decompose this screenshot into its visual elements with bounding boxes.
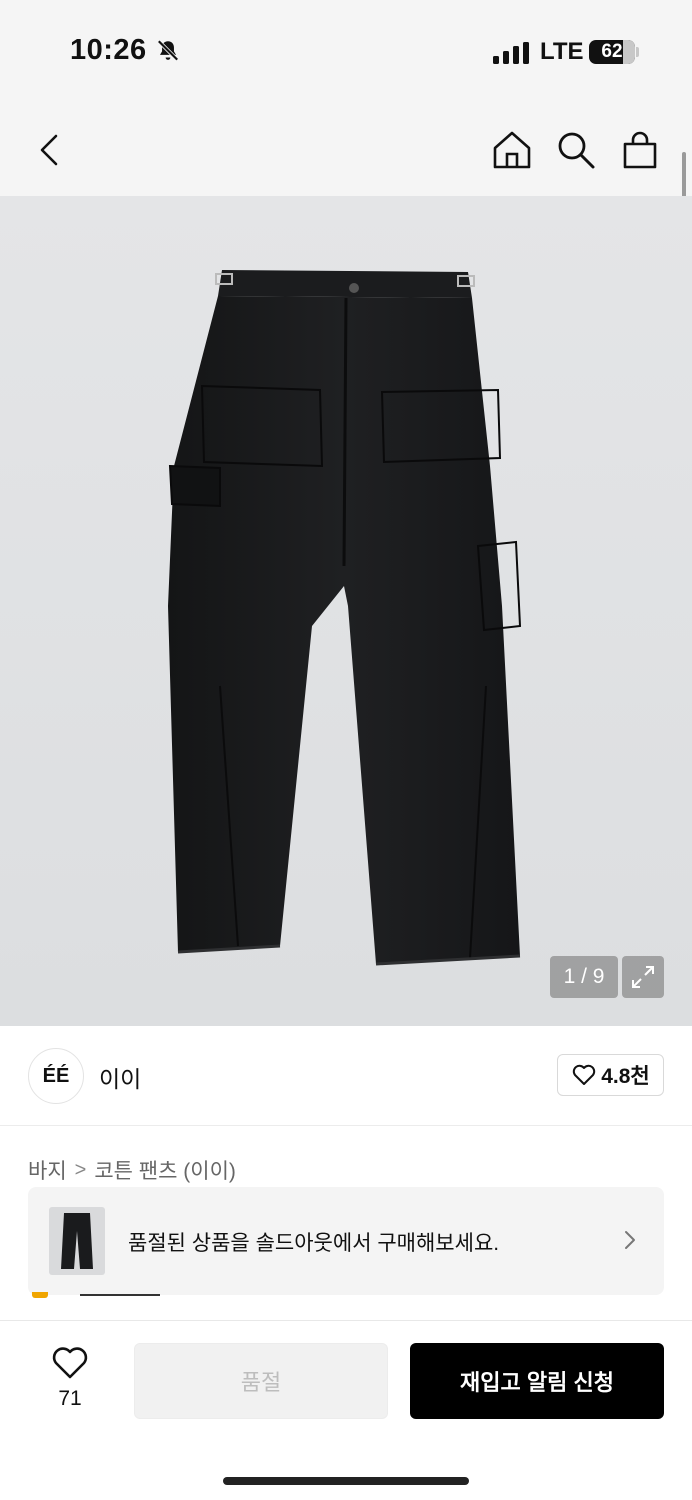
heart-icon bbox=[52, 1347, 88, 1379]
home-icon[interactable] bbox=[492, 130, 532, 170]
banner-text: 품절된 상품을 솔드아웃에서 구매해보세요. bbox=[128, 1232, 500, 1255]
home-indicator[interactable] bbox=[223, 1477, 469, 1485]
battery-tip bbox=[636, 47, 639, 57]
shopping-bag-icon[interactable] bbox=[620, 130, 660, 170]
expand-image-button[interactable] bbox=[622, 956, 664, 998]
soldout-button: 품절 bbox=[134, 1343, 388, 1419]
wishlist-button[interactable]: 71 bbox=[40, 1345, 100, 1415]
soldout-banner[interactable]: 품절된 상품을 솔드아웃에서 구매해보세요. bbox=[28, 1187, 664, 1295]
network-type: LTE bbox=[540, 38, 584, 65]
battery-icon: 62 bbox=[589, 40, 635, 64]
breadcrumb-product[interactable]: 코튼 팬츠 (이이) bbox=[94, 1155, 236, 1185]
search-icon[interactable] bbox=[556, 130, 596, 170]
status-bar: 10:26 LTE 62 bbox=[0, 0, 692, 100]
bottom-action-bar: 71 품절 재입고 알림 신청 bbox=[0, 1320, 692, 1500]
heart-icon bbox=[573, 1064, 596, 1085]
back-chevron-icon[interactable] bbox=[30, 130, 70, 170]
battery-level: 62 bbox=[601, 41, 623, 62]
chevron-right-icon bbox=[625, 1231, 635, 1249]
brand-row[interactable]: ÉÉ 이이 4.8천 bbox=[0, 1026, 692, 1126]
banner-thumbnail bbox=[49, 1207, 105, 1275]
breadcrumb-category[interactable]: 바지 bbox=[28, 1155, 67, 1185]
top-nav-bar bbox=[0, 100, 692, 196]
status-time: 10:26 bbox=[70, 34, 147, 66]
brand-logo[interactable]: ÉÉ bbox=[28, 1048, 84, 1104]
brand-like-count: 4.8천 bbox=[601, 1065, 650, 1088]
bell-muted-icon bbox=[157, 39, 179, 62]
breadcrumb: 바지 > 코튼 팬츠 (이이) bbox=[28, 1155, 236, 1185]
product-image-cotton-pants bbox=[168, 270, 522, 966]
brand-name[interactable]: 이이 bbox=[99, 1060, 141, 1094]
breadcrumb-separator: > bbox=[74, 1158, 87, 1181]
partial-content-peek bbox=[32, 1292, 48, 1298]
partial-content-underline bbox=[80, 1294, 160, 1296]
restock-alert-button[interactable]: 재입고 알림 신청 bbox=[410, 1343, 664, 1419]
wishlist-count: 71 bbox=[58, 1387, 82, 1410]
signal-icon bbox=[493, 42, 529, 64]
expand-icon bbox=[632, 966, 654, 988]
image-counter: 1 / 9 bbox=[550, 956, 618, 998]
product-image-gallery[interactable]: 1 / 9 bbox=[0, 196, 692, 1026]
brand-like-button[interactable]: 4.8천 bbox=[557, 1054, 664, 1096]
